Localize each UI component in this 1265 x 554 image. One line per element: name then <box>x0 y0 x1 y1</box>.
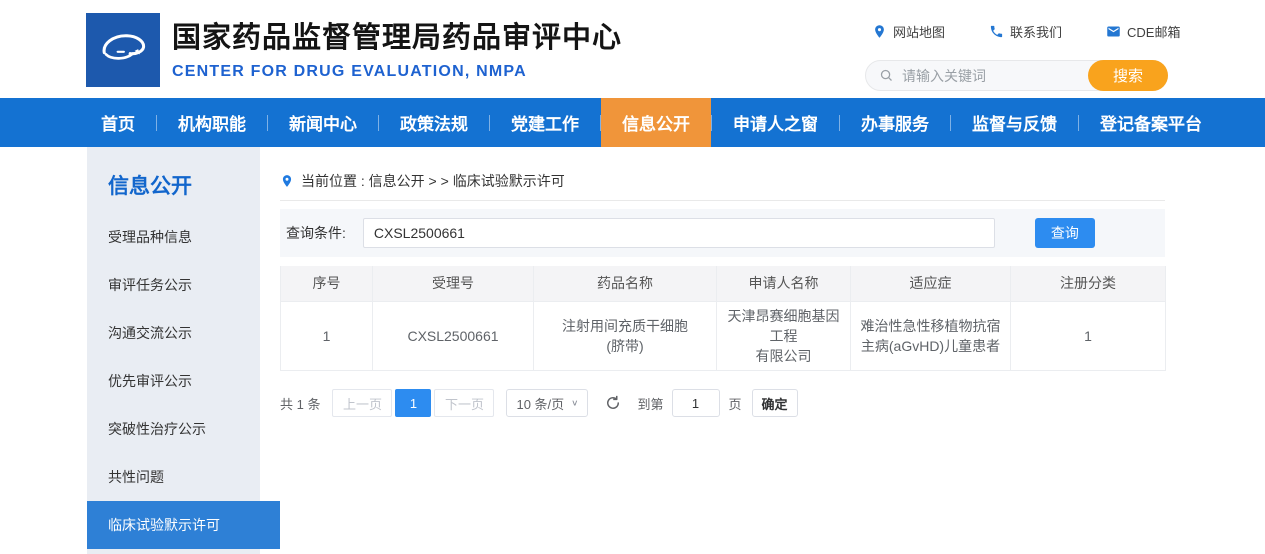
header-search-bar: 搜索 <box>865 60 1168 91</box>
query-label: 查询条件: <box>286 223 346 243</box>
pagination-total: 共 1 条 <box>280 394 320 413</box>
cell-drug-name: 注射用间充质干细胞 (脐带) <box>534 301 717 371</box>
sidebar-item-accepted-varieties[interactable]: 受理品种信息 <box>87 213 260 261</box>
page-size-select[interactable]: 10 条/页 ∨ <box>506 389 588 417</box>
goto-confirm-button[interactable]: 确定 <box>752 389 798 417</box>
nav-item-information-disclosure[interactable]: 信息公开 <box>601 98 711 147</box>
next-page-button[interactable]: 下一页 <box>434 389 494 417</box>
page-number-button[interactable]: 1 <box>395 389 431 417</box>
logo-swoosh-icon <box>90 17 156 83</box>
cell-acceptance-number: CXSL2500661 <box>373 301 534 371</box>
col-header-indication: 适应症 <box>851 266 1011 301</box>
sidebar-item-marketed-drug-info[interactable]: 上市药品信息 <box>87 549 260 554</box>
nav-item-party-building[interactable]: 党建工作 <box>490 98 600 147</box>
cell-applicant-name: 天津昂赛细胞基因工程 有限公司 <box>717 301 851 371</box>
table-row: 1 CXSL2500661 注射用间充质干细胞 (脐带) 天津昂赛细胞基因工程 … <box>281 301 1166 371</box>
page-body: 信息公开 受理品种信息 审评任务公示 沟通交流公示 优先审评公示 突破性治疗公示… <box>0 147 1265 554</box>
site-title-cn: 国家药品监督管理局药品审评中心 <box>172 14 622 56</box>
breadcrumb-text: 当前位置 : 信息公开 > > 临床试验默示许可 <box>301 171 565 191</box>
site-title-en: CENTER FOR DRUG EVALUATION, NMPA <box>172 63 622 81</box>
nav-item-functions[interactable]: 机构职能 <box>157 98 267 147</box>
breadcrumb: 当前位置 : 信息公开 > > 临床试验默示许可 <box>280 171 1165 201</box>
contact-link-label: 联系我们 <box>1010 22 1062 41</box>
header-search-button[interactable]: 搜索 <box>1088 60 1168 91</box>
sidebar-item-breakthrough-therapy[interactable]: 突破性治疗公示 <box>87 405 260 453</box>
search-icon <box>879 68 894 83</box>
sidebar-item-common-issues[interactable]: 共性问题 <box>87 453 260 501</box>
sitemap-link[interactable]: 网站地图 <box>872 22 945 41</box>
sidebar-item-priority-review[interactable]: 优先审评公示 <box>87 357 260 405</box>
col-header-applicant-name: 申请人名称 <box>717 266 851 301</box>
refresh-button[interactable] <box>604 394 622 412</box>
sidebar-title: 信息公开 <box>87 170 260 200</box>
cell-index: 1 <box>281 301 373 371</box>
cde-logo <box>86 13 160 87</box>
chevron-down-icon: ∨ <box>571 399 578 408</box>
header-search-input[interactable] <box>902 68 1088 84</box>
sitemap-link-label: 网站地图 <box>893 22 945 41</box>
table-header-row: 序号 受理号 药品名称 申请人名称 适应症 注册分类 <box>281 266 1166 301</box>
nav-item-home[interactable]: 首页 <box>80 98 156 147</box>
pagination: 共 1 条 上一页 1 下一页 10 条/页 ∨ 到第 页 确定 <box>280 389 1165 417</box>
sidebar-item-review-tasks[interactable]: 审评任务公示 <box>87 261 260 309</box>
cell-indication: 难治性急性移植物抗宿 主病(aGvHD)儿童患者 <box>851 301 1011 371</box>
nav-item-services[interactable]: 办事服务 <box>840 98 950 147</box>
main-nav: 首页 机构职能 新闻中心 政策法规 党建工作 信息公开 申请人之窗 办事服务 监… <box>0 98 1265 147</box>
main-content: 当前位置 : 信息公开 > > 临床试验默示许可 查询条件: 查询 序号 受理号… <box>280 147 1165 554</box>
col-header-drug-name: 药品名称 <box>534 266 717 301</box>
query-button[interactable]: 查询 <box>1035 218 1095 248</box>
prev-page-button[interactable]: 上一页 <box>332 389 392 417</box>
cde-mail-link[interactable]: CDE邮箱 <box>1106 22 1180 41</box>
nav-item-applicant-window[interactable]: 申请人之窗 <box>712 98 839 147</box>
sidebar-item-communication[interactable]: 沟通交流公示 <box>87 309 260 357</box>
col-header-registration-category: 注册分类 <box>1011 266 1166 301</box>
refresh-icon <box>604 394 622 412</box>
site-title-block: 国家药品监督管理局药品审评中心 CENTER FOR DRUG EVALUATI… <box>172 14 622 81</box>
nav-item-registration-platform[interactable]: 登记备案平台 <box>1079 98 1223 147</box>
header-quick-links: 网站地图 联系我们 CDE邮箱 <box>872 22 1180 41</box>
results-table: 序号 受理号 药品名称 申请人名称 适应症 注册分类 1 CXSL2500661… <box>280 266 1166 371</box>
cell-registration-category: 1 <box>1011 301 1166 371</box>
sidebar-item-clinical-trial-implied-license[interactable]: 临床试验默示许可 <box>87 501 280 549</box>
location-pin-icon <box>280 174 294 188</box>
goto-page-input[interactable] <box>672 389 720 417</box>
nav-item-supervision-feedback[interactable]: 监督与反馈 <box>951 98 1078 147</box>
page-size-value: 10 条/页 <box>516 394 564 413</box>
query-form: 查询条件: 查询 <box>280 209 1165 257</box>
query-input[interactable] <box>363 218 995 248</box>
mail-icon <box>1106 24 1121 39</box>
cde-mail-link-label: CDE邮箱 <box>1127 22 1180 41</box>
location-pin-icon <box>872 24 887 39</box>
site-header: 国家药品监督管理局药品审评中心 CENTER FOR DRUG EVALUATI… <box>0 0 1265 98</box>
phone-icon <box>989 24 1004 39</box>
nav-item-policies[interactable]: 政策法规 <box>379 98 489 147</box>
goto-page-label: 到第 <box>637 394 663 413</box>
sidebar: 信息公开 受理品种信息 审评任务公示 沟通交流公示 优先审评公示 突破性治疗公示… <box>87 147 260 554</box>
col-header-index: 序号 <box>281 266 373 301</box>
col-header-acceptance-number: 受理号 <box>373 266 534 301</box>
goto-page-unit: 页 <box>729 394 742 413</box>
contact-link[interactable]: 联系我们 <box>989 22 1062 41</box>
nav-item-news[interactable]: 新闻中心 <box>268 98 378 147</box>
